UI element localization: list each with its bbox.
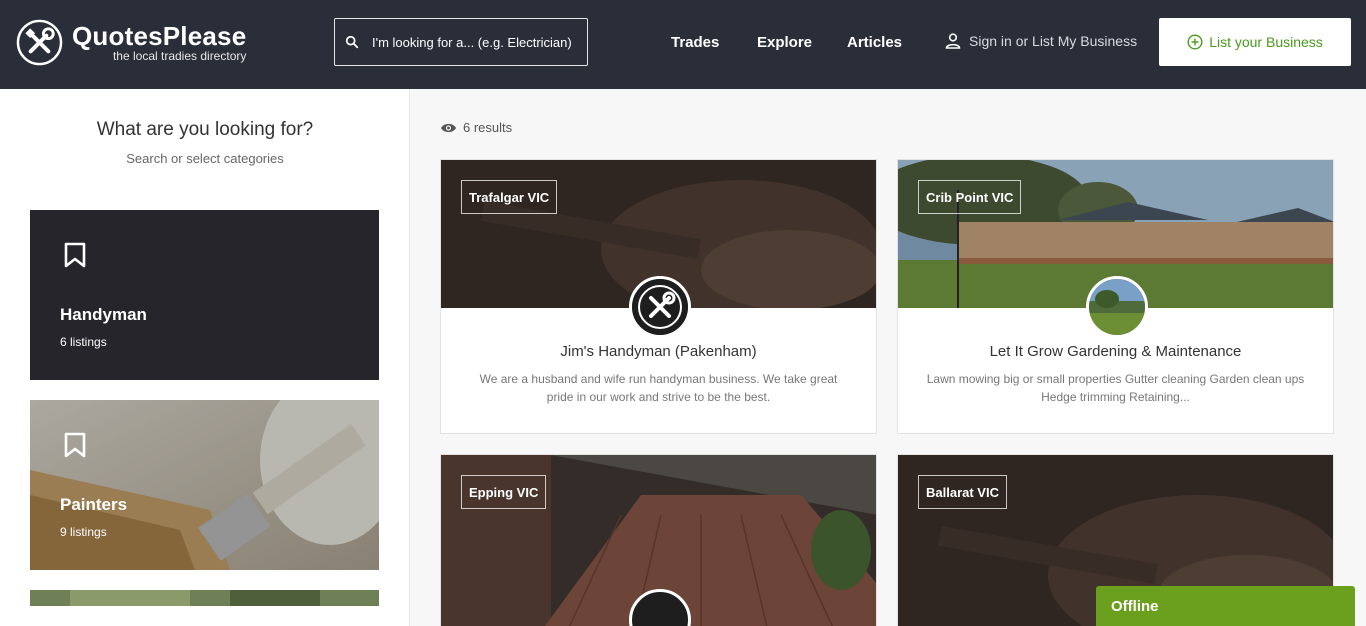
listing-location: Trafalgar VIC [461,180,558,214]
bookmark-icon [64,432,86,458]
category-handyman[interactable]: Handyman 6 listings [30,210,379,380]
sidebar-title: What are you looking for? [96,119,314,140]
eye-icon [441,123,456,132]
listing-results: 6 results Trafalgar VIC Jim's Handyman (… [410,89,1366,626]
results-count: 6 results [440,120,512,135]
category-sidebar: What are you looking for? Search or sele… [0,89,410,626]
plus-circle-icon [1187,34,1203,50]
nav-articles[interactable]: Articles [847,34,902,51]
list-business-button[interactable]: List your Business [1159,18,1351,66]
bookmark-icon [64,242,86,268]
user-icon [945,33,961,49]
listing-card-let-it-grow[interactable]: Crib Point VIC Let It Grow Gardening & M… [897,159,1334,434]
search-input[interactable] [370,33,580,51]
signin-label: Sign in or List My Business [969,33,1138,49]
category-painters[interactable]: Painters 9 listings [30,400,379,570]
category-count: 9 listings [60,525,107,539]
listing-location: Crib Point VIC [918,180,1022,214]
site-logo[interactable]: QuotesPlease the local tradies directory [16,19,246,66]
paintbrush-photo [30,400,379,570]
category-count: 6 listings [60,335,107,349]
category-name: Painters [60,495,128,514]
listing-location: Ballarat VIC [918,475,1007,509]
list-business-label: List your Business [1209,34,1323,50]
listing-description: Lawn mowing big or small properties Gutt… [926,372,1305,404]
search-icon [345,35,359,49]
category-photo [30,590,379,606]
sidebar-subtitle: Search or select categories [126,151,284,166]
listing-description: We are a husband and wife run handyman b… [479,372,838,404]
listing-location: Epping VIC [461,475,547,509]
listing-card-epping[interactable]: Epping VIC [440,454,877,626]
chat-offline-widget[interactable]: Offline [1096,586,1355,626]
business-logo [1086,276,1148,338]
listing-title: Let It Grow Gardening & Maintenance [989,343,1242,360]
business-logo [629,276,691,338]
search-box[interactable] [334,18,588,66]
nav-explore[interactable]: Explore [757,34,812,51]
category-name: Handyman [60,305,147,324]
results-label: 6 results [463,120,513,135]
signin-link[interactable]: Sign in or List My Business [944,32,1137,50]
brand-name: QuotesPlease [72,20,247,51]
tools-logo-icon [16,19,63,66]
nav-trades[interactable]: Trades [671,34,719,51]
brand-tagline: the local tradies directory [112,48,247,63]
listing-title: Jim's Handyman (Pakenham) [560,343,757,360]
tools-icon [632,279,688,335]
category-next[interactable] [30,590,379,606]
top-header: QuotesPlease the local tradies directory… [0,0,1366,89]
garden-photo [1089,279,1145,335]
listing-card-jims-handyman[interactable]: Trafalgar VIC Jim's Handyman (Pakenham) … [440,159,877,434]
